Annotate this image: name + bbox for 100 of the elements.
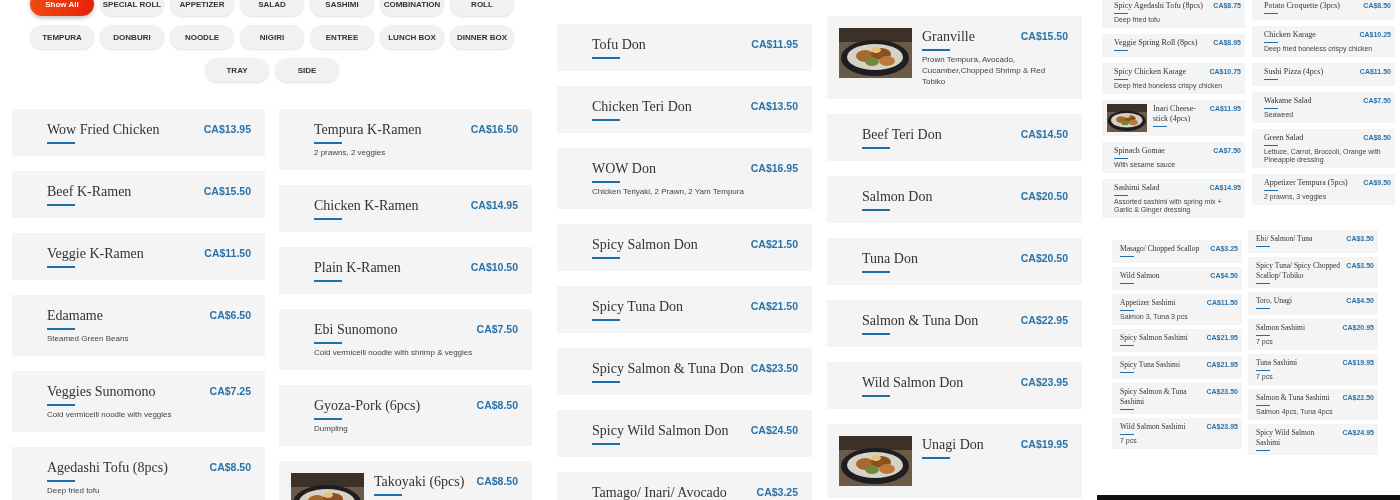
item-price: CA$20.50	[1020, 189, 1068, 204]
item-name: Spicy Salmon & Tuna Don	[592, 360, 745, 378]
category-filter-button[interactable]: TRAY	[205, 58, 269, 82]
category-filter-button[interactable]: SASHIMI	[310, 0, 374, 16]
item-name: Spicy Chicken Karage	[1114, 67, 1187, 77]
category-filter-button[interactable]: NOODLE	[170, 25, 234, 49]
menu-item-card[interactable]: Veggies Sunomono CA$7.25 Cold vermicelli noodle with veggies	[12, 371, 265, 432]
category-filter-button[interactable]: SIDE	[275, 58, 339, 82]
item-price: CA$24.50	[750, 423, 798, 438]
menu-item-card[interactable]: Tamago/ Inari/ Avocado CA$3.25	[557, 472, 812, 500]
item-name: Chicken Teri Don	[592, 98, 693, 116]
item-price: CA$20.50	[1020, 251, 1068, 266]
category-filter-button[interactable]: ROLL	[450, 0, 514, 16]
category-filter-button[interactable]: SALAD	[240, 0, 304, 16]
item-name: Tempura K-Ramen	[314, 121, 423, 139]
menu-item-card[interactable]: Beef Teri Don CA$14.50	[827, 114, 1082, 161]
item-price: CA$23.50	[750, 361, 798, 376]
category-filter-button[interactable]: LUNCH BOX	[380, 25, 444, 49]
item-name: Beef Teri Don	[862, 126, 943, 144]
item-name: Chicken Karage	[1264, 30, 1317, 40]
item-price: CA$23.95	[1020, 375, 1068, 390]
menu-item-card[interactable]: Spicy Salmon & Tuna Don CA$23.50	[557, 348, 812, 395]
item-name: Plain K-Ramen	[314, 259, 402, 277]
item-description: Deep fried tofu	[47, 485, 101, 496]
item-name: Granville	[922, 28, 976, 46]
menu-item-card[interactable]: Salmon Don CA$20.50	[827, 176, 1082, 223]
item-description: Cold vermicelli noodle with veggies	[47, 409, 173, 420]
item-price: CA$8.50	[476, 398, 518, 413]
item-price: CA$3.25	[756, 485, 798, 500]
item-description: Prown Tempura, Avocado, Cucamber,Chopped Shrimp & Red Tobiko	[922, 54, 1047, 87]
category-filter-button[interactable]: APPETIZER	[170, 0, 234, 16]
item-price: CA$6.50	[209, 308, 251, 323]
menu-item-card[interactable]: Wild Salmon Don CA$23.95	[827, 362, 1082, 409]
item-price: CA$11.95	[751, 37, 798, 52]
menu-item-card[interactable]: Beef K-Ramen CA$15.50	[12, 171, 265, 218]
menu-item-card[interactable]: Spicy Tuna Don CA$21.50	[557, 286, 812, 333]
category-filter-button[interactable]: DINNER BOX	[450, 25, 514, 49]
item-name: Takoyaki (6pcs)	[374, 473, 466, 491]
item-name: Veggies Sunomono	[47, 383, 157, 401]
item-name: Inari Cheese-stick (4pcs)	[1153, 104, 1197, 124]
menu-item-card[interactable]: Edamame CA$6.50 Steamed Green Beans	[12, 295, 265, 356]
menu-item-card[interactable]: Wow Fried Chicken CA$13.95	[12, 109, 265, 156]
item-price: CA$21.50	[750, 237, 798, 252]
menu-item-card[interactable]: Gyoza-Pork (6pcs) CA$8.50 Dumpling	[279, 385, 532, 446]
item-price: CA$15.50	[203, 184, 251, 199]
category-filter-button[interactable]: DONBURI	[100, 25, 164, 49]
item-price: CA$21.50	[750, 299, 798, 314]
item-description: 2 prawns, 2 veggies	[314, 147, 387, 158]
menu-item-card[interactable]: Takoyaki (6pcs) CA$8.50	[279, 461, 532, 500]
item-price: CA$15.50	[1020, 29, 1068, 44]
item-price: CA$10.50	[470, 260, 518, 275]
item-name: Ebi Sunomono	[314, 321, 399, 339]
item-name: Salmon Don	[862, 188, 934, 206]
menu-item-card[interactable]: Granville CA$15.50 Prown Tempura, Avocado, Cucamber,Chopped Shrimp & Red Tobiko	[827, 16, 1082, 99]
item-name: Chicken K-Ramen	[314, 197, 420, 215]
item-price: CA$8.50	[209, 460, 251, 475]
item-name: Edamame	[47, 307, 104, 325]
category-filter-button[interactable]: ENTREE	[310, 25, 374, 49]
item-name: Unagi Don	[922, 436, 985, 454]
item-price: CA$7.25	[209, 384, 251, 399]
item-price: CA$8.50	[476, 474, 518, 489]
menu-item-card[interactable]: Tofu Don CA$11.95	[557, 24, 812, 71]
item-name: Sushi Pizza (4pcs)	[1264, 67, 1325, 77]
item-price: CA$14.95	[470, 198, 518, 213]
menu-item-card[interactable]: Spicy Salmon Don CA$21.50	[557, 224, 812, 271]
item-name: Wow Fried Chicken	[47, 121, 161, 139]
item-name: Tuna Don	[862, 250, 919, 268]
item-price: CA$11.50	[204, 246, 251, 261]
menu-item-card[interactable]: Ebi Sunomono CA$7.50 Cold vermicelli noodle with shrimp & veggies	[279, 309, 532, 370]
item-name: Wakame Salad	[1264, 96, 1313, 106]
menu-item-card[interactable]: Unagi Don CA$19.95	[827, 424, 1082, 498]
menu-item-card[interactable]: Plain K-Ramen CA$10.50	[279, 247, 532, 294]
item-description: Dumpling	[314, 423, 349, 434]
menu-item-card[interactable]: Veggie K-Ramen CA$11.50	[12, 233, 265, 280]
menu-item-card[interactable]: Agedashi Tofu (8pcs) CA$8.50 Deep fried tofu	[12, 447, 265, 500]
item-price: CA$16.50	[470, 122, 518, 137]
menu-item-card[interactable]: Chicken Teri Don CA$13.50	[557, 86, 812, 133]
category-filter-button[interactable]: COMBINATION	[380, 0, 444, 16]
menu-item-card[interactable]: Tuna Don CA$20.50	[827, 238, 1082, 285]
item-name: Beef K-Ramen	[47, 183, 133, 201]
item-name: Spinach Gomae	[1114, 146, 1166, 156]
item-name: Salmon & Tuna Don	[862, 312, 980, 330]
category-filter-button[interactable]: Show All	[30, 0, 94, 16]
item-name: Wild Salmon Don	[862, 374, 965, 392]
item-description: Steamed Green Beans	[47, 333, 130, 344]
item-price: CA$22.95	[1020, 313, 1068, 328]
menu-item-card[interactable]: Chicken K-Ramen CA$14.95	[279, 185, 532, 232]
item-name: Green Salad	[1264, 133, 1305, 143]
item-name: Tofu Don	[592, 36, 647, 54]
category-filter-button[interactable]: NIGIRI	[240, 25, 304, 49]
item-price: CA$14.50	[1020, 127, 1068, 142]
menu-item-card[interactable]: Tempura K-Ramen CA$16.50 2 prawns, 2 veggies	[279, 109, 532, 170]
item-price: CA$7.50	[476, 322, 518, 337]
menu-item-card[interactable]: WOW Don CA$16.95 Chicken Teriyaki, 2 Prawn, 2 Yam Tempura	[557, 148, 812, 209]
item-name: Veggie K-Ramen	[47, 245, 145, 263]
category-filter-button[interactable]: SPECIAL ROLL	[100, 0, 164, 16]
category-filter-button[interactable]: TEMPURA	[30, 25, 94, 49]
menu-item-card[interactable]: Spicy Wild Salmon Don CA$24.50	[557, 410, 812, 457]
item-name: Spicy Agedashi Tofu (8pcs)	[1114, 1, 1204, 11]
menu-item-card[interactable]: Salmon & Tuna Don CA$22.95	[827, 300, 1082, 347]
